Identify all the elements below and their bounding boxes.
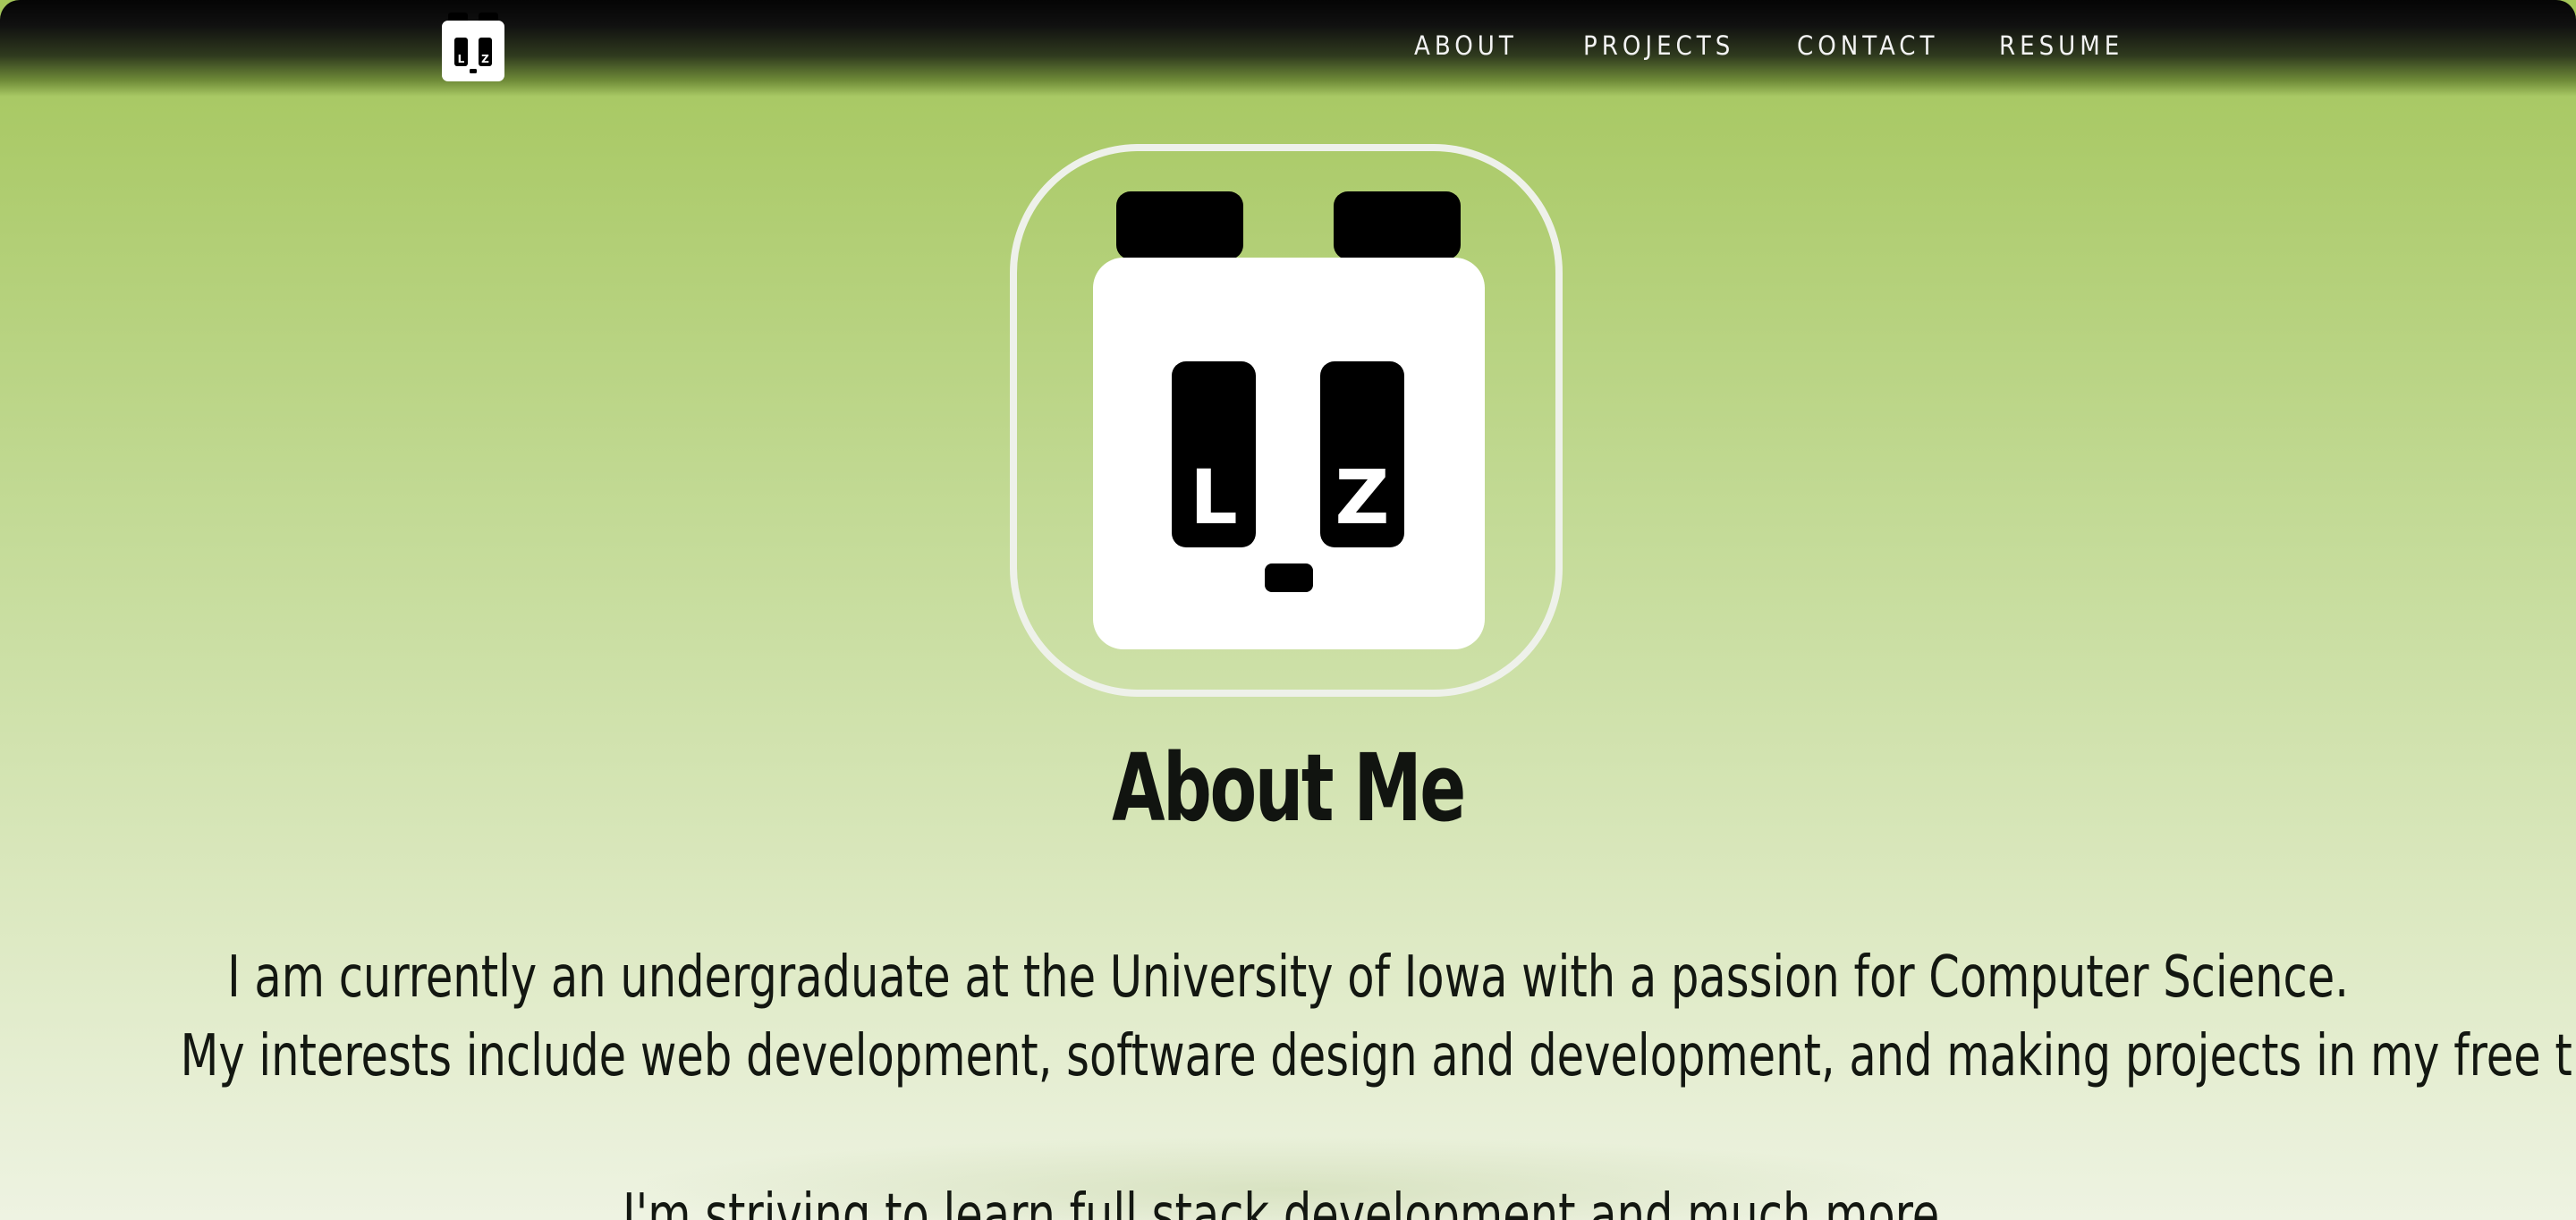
nav-link-projects[interactable]: PROJECTS (1583, 30, 1734, 61)
hero-logo-letter-l: L (1190, 453, 1238, 541)
nav-link-resume[interactable]: RESUME (1999, 30, 2123, 61)
hero-panda-logo-icon: L Z (1010, 144, 1563, 697)
about-paragraph-1: I am currently an undergraduate at the U… (227, 945, 2349, 1011)
about-title: About Me (1112, 733, 1466, 843)
hero-logo-letter-z: Z (1335, 453, 1390, 541)
site-header: L Z ABOUT PROJECTS CONTACT RESUME (0, 0, 2576, 97)
page: L Z ABOUT PROJECTS CONTACT RESUME L Z Ab… (0, 0, 2576, 1220)
about-paragraph-2: My interests include web development, so… (180, 1023, 2576, 1089)
about-paragraph-3: I'm striving to learn full stack develop… (623, 1182, 1953, 1220)
nav-link-about[interactable]: ABOUT (1414, 30, 1518, 61)
nav-link-contact[interactable]: CONTACT (1797, 30, 1938, 61)
main-nav: ABOUT PROJECTS CONTACT RESUME (0, 30, 2576, 66)
